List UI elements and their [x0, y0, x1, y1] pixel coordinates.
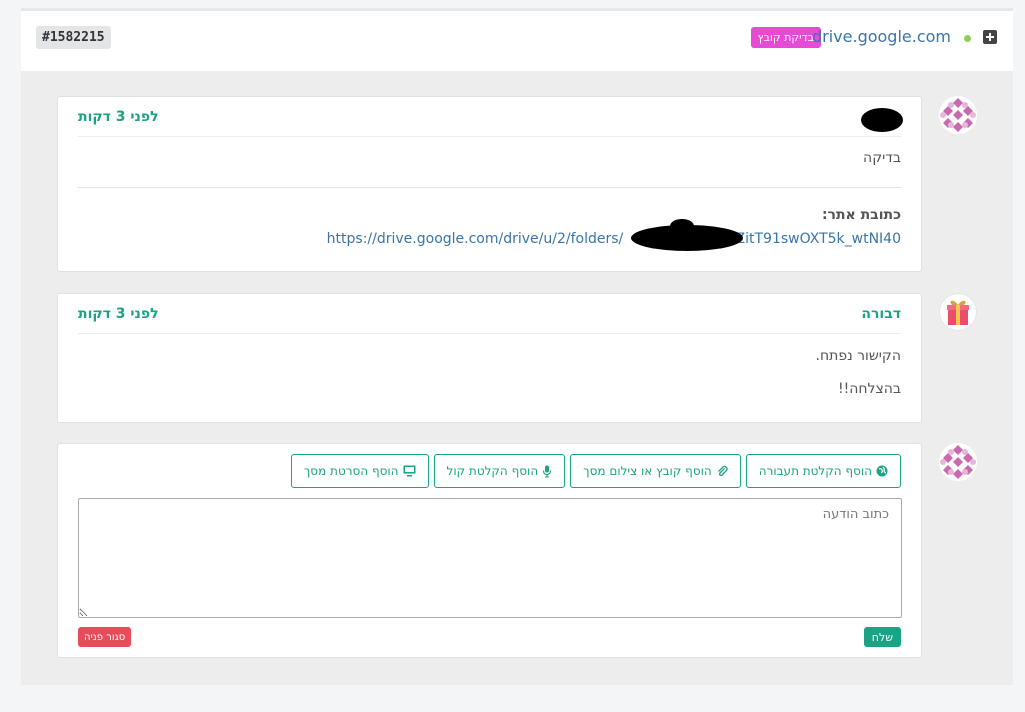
expand-plus-icon[interactable]	[983, 30, 997, 44]
close-ticket-button[interactable]: סגור פניה	[78, 627, 132, 647]
message-body: בדיקה	[863, 150, 901, 166]
user-avatar	[939, 443, 977, 481]
site-url-label: כתובת אתר:	[821, 207, 901, 223]
message-author: דבורה	[861, 306, 901, 322]
message-time: לפני 3 דקות	[78, 109, 159, 125]
ticket-id: #1582215	[36, 26, 111, 49]
message-header: לפני 3 דקות	[78, 97, 903, 137]
message-divider	[78, 187, 901, 188]
message-textarea[interactable]	[78, 498, 902, 618]
add-file-or-screenshot-button[interactable]: הוסף קובץ או צילום מסך	[570, 454, 741, 488]
add-screen-recording-button[interactable]: הוסף הסרטת מסך	[290, 454, 429, 488]
user-avatar	[939, 96, 977, 134]
add-voice-recording-button[interactable]: הוסף הקלטת קול	[433, 454, 566, 488]
composer-toolbar: הוסף הקלטת תעבורה הוסף קובץ או צילום מסך…	[290, 454, 901, 488]
agent-avatar	[939, 293, 977, 331]
redacted-url-segment	[670, 219, 694, 233]
monitor-icon	[403, 465, 416, 477]
send-button[interactable]: שלח	[863, 627, 901, 647]
microphone-icon	[543, 465, 552, 478]
status-dot-icon	[964, 35, 971, 42]
reply-composer: הוסף הקלטת תעבורה הוסף קובץ או צילום מסך…	[57, 443, 922, 658]
category-badge: בדיקת קובץ	[750, 27, 821, 48]
redacted-author-name	[861, 108, 903, 132]
message-card: לפני 3 דקות בדיקה כתובת אתר: https://dri…	[57, 96, 922, 272]
message-line: הקישור נפתח.	[815, 348, 901, 364]
paperclip-icon	[717, 465, 728, 477]
message-header: דבורה לפני 3 דקות	[78, 294, 901, 334]
site-url-link[interactable]: https://drive.google.com/drive/u/2/folde…	[327, 231, 901, 247]
message-line: בהצלחה!!	[837, 381, 901, 397]
domain-link[interactable]: drive.google.com	[812, 27, 951, 46]
gift-icon	[947, 300, 969, 325]
add-traffic-recording-button[interactable]: הוסף הקלטת תעבורה	[745, 454, 901, 488]
ticket-header: #1582215 בדיקת קובץ drive.google.com	[21, 11, 1013, 71]
message-card: דבורה לפני 3 דקות הקישור נפתח. בהצלחה!!	[57, 293, 922, 423]
globe-icon	[876, 465, 888, 477]
message-time: לפני 3 דקות	[78, 306, 159, 322]
